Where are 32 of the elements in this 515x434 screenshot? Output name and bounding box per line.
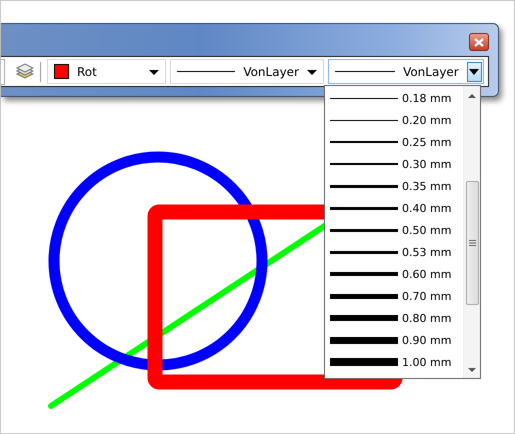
lineweight-option[interactable]: 0.50 mm	[325, 219, 463, 241]
lineweight-label: 0.40 mm	[402, 202, 452, 214]
lineweight-option[interactable]: 0.30 mm	[325, 153, 463, 175]
lineweight-label: 0.20 mm	[402, 114, 452, 126]
color-dropdown[interactable]: Rot	[46, 59, 166, 84]
lineweight-label: 0.50 mm	[402, 224, 452, 236]
lineweight-option[interactable]: 0.40 mm	[325, 197, 463, 219]
lineweight-label: 0.25 mm	[402, 136, 452, 148]
lineweight-dropdown[interactable]: VonLayer	[328, 59, 484, 84]
linetype-dropdown[interactable]: VonLayer	[170, 59, 324, 84]
lineweight-label: 0.18 mm	[402, 92, 452, 104]
lineweight-option[interactable]: 0.80 mm	[325, 307, 463, 329]
lineweight-option[interactable]: 0.70 mm	[325, 285, 463, 307]
lineweight-label: 0.53 mm	[402, 246, 452, 258]
lineweight-label: 0.30 mm	[402, 158, 452, 170]
lineweight-option[interactable]: 0.20 mm	[325, 109, 463, 131]
lineweight-option[interactable]: 0.18 mm	[325, 87, 463, 109]
combo-value: VonLayer	[403, 64, 459, 78]
lineweight-label: 0.60 mm	[402, 268, 452, 280]
lineweight-label: 0.70 mm	[402, 290, 452, 302]
lineweight-option[interactable]: 0.53 mm	[325, 241, 463, 263]
lineweight-option[interactable]: 0.90 mm	[325, 329, 463, 351]
lineweight-option[interactable]: 0.25 mm	[325, 131, 463, 153]
lineweight-label: 1.00 mm	[402, 356, 452, 368]
lineweight-label: 0.90 mm	[402, 334, 452, 346]
lineweight-option[interactable]: 1.00 mm	[325, 351, 463, 373]
lineweight-label: 0.80 mm	[402, 312, 452, 324]
combo-value: VonLayer	[243, 64, 299, 78]
lineweight-option[interactable]: 0.60 mm	[325, 263, 463, 285]
lineweight-option[interactable]: 0.35 mm	[325, 175, 463, 197]
lineweight-label: 0.35 mm	[402, 180, 452, 192]
combo-value: Rot	[76, 64, 97, 78]
